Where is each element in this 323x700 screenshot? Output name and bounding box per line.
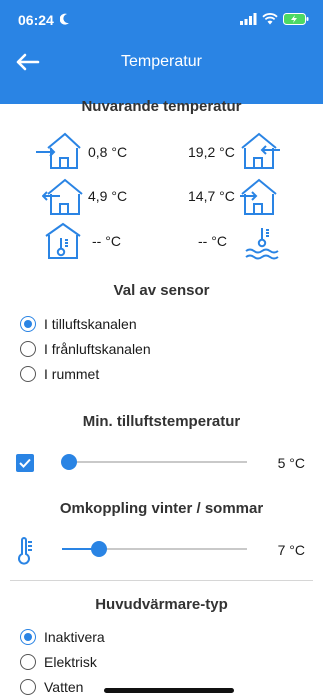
radio-label: I tilluftskanalen	[44, 316, 137, 332]
radio-label: I frånluftskanalen	[44, 341, 151, 357]
reading-value-exhaust: 4,9 °C	[88, 188, 128, 204]
divider	[10, 580, 313, 581]
radio-sensor-room[interactable]: I rummet	[20, 366, 99, 382]
reading-value-supply: 19,2 °C	[188, 144, 235, 160]
radio-label: Elektrisk	[44, 654, 97, 670]
min-supply-enable-checkbox[interactable]	[16, 454, 34, 472]
exhaust-air-icon	[41, 178, 84, 221]
slider-track[interactable]	[65, 461, 247, 463]
radio-button-selected[interactable]	[20, 316, 36, 332]
season-switch-slider[interactable]	[62, 541, 247, 557]
outdoor-air-in-icon	[36, 132, 82, 175]
wifi-icon	[262, 12, 278, 30]
supply-air-icon	[240, 132, 282, 175]
signal-icon	[240, 12, 257, 30]
section-title-current-temperature: Nuvarande temperatur	[81, 98, 242, 115]
radio-heater-water[interactable]: Vatten	[20, 679, 83, 695]
home-indicator	[104, 688, 234, 693]
radio-button[interactable]	[20, 366, 36, 382]
radio-heater-disabled[interactable]: Inaktivera	[20, 629, 105, 645]
radio-sensor-supply-duct[interactable]: I tilluftskanalen	[20, 316, 137, 332]
reading-value-room: -- °C	[92, 233, 121, 249]
page-title: Temperatur	[121, 53, 202, 70]
section-title-sensor: Val av sensor	[113, 282, 210, 299]
radio-button-selected[interactable]	[20, 629, 36, 645]
radio-heater-electric[interactable]: Elektrisk	[20, 654, 97, 670]
battery-charging-icon	[283, 12, 309, 30]
section-title-season-switch: Omkoppling vinter / sommar	[59, 500, 264, 517]
radio-label: I rummet	[44, 366, 100, 382]
slider-thumb[interactable]	[91, 541, 107, 557]
extract-air-icon	[238, 178, 280, 221]
radio-button[interactable]	[20, 654, 36, 670]
reading-value-outdoor: 0,8 °C	[88, 144, 128, 160]
min-supply-value: 5 °C	[277, 455, 305, 471]
slider-thumb[interactable]	[60, 454, 77, 470]
water-thermometer-icon	[244, 226, 282, 265]
radio-label: Inaktivera	[44, 629, 105, 645]
reading-value-extract: 14,7 °C	[188, 188, 235, 204]
app-header: 06:24 Temperatur	[0, 0, 323, 104]
status-indicators	[240, 12, 309, 30]
radio-sensor-extract-duct[interactable]: I frånluftskanalen	[20, 341, 151, 357]
section-title-main-heater: Huvudvärmare-typ	[95, 596, 228, 613]
moon-icon	[59, 12, 70, 30]
room-thermometer-icon	[44, 222, 82, 265]
season-switch-value: 7 °C	[277, 542, 305, 558]
reading-value-water: -- °C	[198, 233, 227, 249]
radio-label: Vatten	[44, 679, 84, 695]
min-supply-slider[interactable]	[60, 454, 247, 470]
radio-button[interactable]	[20, 679, 36, 695]
section-title-min-supply: Min. tilluftstemperatur	[82, 413, 241, 430]
thermometer-icon	[16, 537, 36, 570]
status-time: 06:24	[18, 12, 54, 28]
radio-button[interactable]	[20, 341, 36, 357]
